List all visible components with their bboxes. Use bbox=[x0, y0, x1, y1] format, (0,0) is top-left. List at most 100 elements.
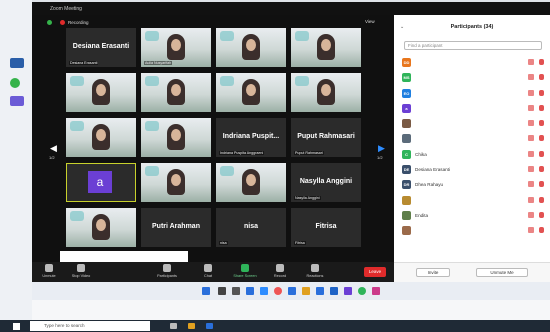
store-icon[interactable] bbox=[316, 287, 324, 295]
participants-button[interactable]: Participants bbox=[150, 264, 184, 278]
background-decoration bbox=[145, 76, 159, 86]
meeting-toolbar: Unmute Stop Video Participants Chat Shar… bbox=[32, 262, 394, 282]
participant-row[interactable]: C Chika bbox=[402, 147, 548, 162]
teams-icon[interactable] bbox=[344, 287, 352, 295]
participant-row[interactable] bbox=[402, 131, 548, 146]
avatar bbox=[402, 226, 411, 236]
participant-row[interactable]: DE Desiana Erasanti bbox=[402, 162, 548, 177]
background-decoration bbox=[295, 31, 309, 41]
view-button[interactable]: View bbox=[365, 19, 375, 24]
video-tile[interactable] bbox=[216, 28, 286, 67]
video-tile[interactable] bbox=[66, 73, 136, 112]
chat-button[interactable]: Chat bbox=[198, 264, 218, 278]
app-icon-2[interactable] bbox=[372, 287, 380, 295]
participant-row[interactable]: DR Dhea Rahayu bbox=[402, 177, 548, 192]
windows-start-icon[interactable] bbox=[13, 323, 20, 330]
record-button[interactable]: Record bbox=[268, 264, 292, 278]
background-decoration bbox=[70, 211, 84, 221]
video-tile[interactable]: Indriana Puspit... Indriana Puspita Anggr… bbox=[216, 118, 286, 157]
video-tile[interactable]: Putri Arahman bbox=[141, 208, 211, 247]
app-icon[interactable] bbox=[246, 287, 254, 295]
zoom-app-icon[interactable] bbox=[260, 287, 268, 295]
word-icon[interactable] bbox=[330, 287, 338, 295]
document-icon[interactable] bbox=[10, 96, 24, 106]
participant-row[interactable] bbox=[402, 116, 548, 131]
security-shield-icon[interactable] bbox=[47, 20, 52, 25]
next-page-chevron-icon[interactable]: ▶ bbox=[378, 143, 385, 154]
video-tile[interactable] bbox=[141, 163, 211, 202]
meeting-top-strip: Recording View bbox=[32, 15, 394, 29]
video-tile[interactable]: Puput Rahmasari Puput Rahmasari bbox=[291, 118, 361, 157]
video-tile[interactable]: Aulia Nusyarifah bbox=[141, 28, 211, 67]
folder-icon[interactable] bbox=[302, 287, 310, 295]
mic-muted-icon bbox=[539, 59, 544, 65]
participant-face bbox=[171, 39, 181, 51]
whatsapp-icon[interactable] bbox=[10, 78, 20, 88]
tile-name-label: Nasylla Anggini bbox=[294, 196, 321, 200]
video-tile[interactable] bbox=[66, 118, 136, 157]
participant-face bbox=[96, 84, 106, 96]
whatsapp-icon[interactable] bbox=[358, 287, 366, 295]
participants-panel: ⌄ Participants (34) Find a participant D… bbox=[394, 15, 550, 282]
tile-name-label: Fitrisa bbox=[294, 241, 306, 245]
background-decoration bbox=[70, 76, 84, 86]
mic-muted-icon bbox=[539, 211, 544, 218]
task-view-icon[interactable] bbox=[170, 323, 177, 329]
video-tile[interactable] bbox=[291, 73, 361, 112]
unmute-me-button[interactable]: Unmute Me bbox=[476, 268, 528, 277]
video-off-icon bbox=[528, 59, 534, 65]
participant-face bbox=[246, 174, 256, 186]
leave-button[interactable]: Leave bbox=[364, 267, 386, 277]
participant-row[interactable]: MS bbox=[402, 70, 548, 85]
participant-row[interactable]: a bbox=[402, 101, 548, 116]
share-screen-button[interactable]: Share Screen bbox=[228, 264, 262, 278]
unmute-button[interactable]: Unmute bbox=[36, 264, 62, 278]
video-tile[interactable] bbox=[141, 118, 211, 157]
video-off-icon bbox=[528, 196, 534, 203]
video-tile[interactable]: nisa nisa bbox=[216, 208, 286, 247]
mic-muted-icon bbox=[539, 196, 544, 203]
reactions-button[interactable]: Reactions bbox=[300, 264, 330, 278]
video-tile[interactable] bbox=[291, 28, 361, 67]
video-tile[interactable] bbox=[66, 208, 136, 247]
participant-name: Endita bbox=[415, 212, 429, 218]
folder-icon[interactable] bbox=[188, 323, 195, 329]
participant-face bbox=[171, 174, 181, 186]
participant-face bbox=[96, 129, 106, 141]
video-off-icon bbox=[528, 104, 534, 111]
video-tile[interactable]: Fitrisa Fitrisa bbox=[291, 208, 361, 247]
participant-row[interactable]: Endita bbox=[402, 208, 548, 223]
zoom-app-icon[interactable] bbox=[206, 323, 213, 329]
search-icon[interactable] bbox=[218, 287, 226, 295]
stop-video-button[interactable]: Stop Video bbox=[66, 264, 96, 278]
video-tile[interactable]: Desiana Erasanti Desiana Erasanti bbox=[66, 28, 136, 67]
taskbar-search-input[interactable]: Type here to search bbox=[30, 321, 150, 331]
window-title: Zoom Meeting bbox=[50, 6, 82, 12]
participant-row[interactable] bbox=[402, 193, 548, 208]
participant-row[interactable] bbox=[402, 223, 548, 238]
video-tile[interactable] bbox=[141, 73, 211, 112]
task-view-icon[interactable] bbox=[232, 287, 240, 295]
participants-title: Participants (34) bbox=[450, 24, 494, 30]
video-off-icon bbox=[528, 74, 534, 81]
remote-taskbar bbox=[32, 282, 550, 300]
video-tile[interactable]: a bbox=[66, 163, 136, 202]
video-tile[interactable] bbox=[216, 163, 286, 202]
invite-button[interactable]: Invite bbox=[416, 268, 450, 277]
share-screen-icon bbox=[241, 264, 249, 272]
background-decoration bbox=[70, 121, 84, 131]
windows-start-icon[interactable] bbox=[202, 287, 210, 295]
participant-search-input[interactable]: Find a participant bbox=[404, 41, 542, 50]
previous-page-chevron-icon[interactable]: ◀ bbox=[50, 143, 57, 154]
desktop-app-icon[interactable] bbox=[10, 58, 24, 68]
tile-display-name: nisa bbox=[243, 223, 258, 230]
page-indicator-right: 1/2 bbox=[377, 155, 383, 160]
participant-row[interactable]: EO bbox=[402, 86, 548, 101]
video-tile[interactable] bbox=[216, 73, 286, 112]
chrome-icon[interactable] bbox=[274, 287, 282, 295]
video-off-icon bbox=[528, 211, 534, 218]
edge-icon[interactable] bbox=[288, 287, 296, 295]
participant-row[interactable]: DD bbox=[402, 55, 548, 70]
avatar: DR bbox=[402, 180, 411, 190]
video-tile[interactable]: Nasylla Anggini Nasylla Anggini bbox=[291, 163, 361, 202]
